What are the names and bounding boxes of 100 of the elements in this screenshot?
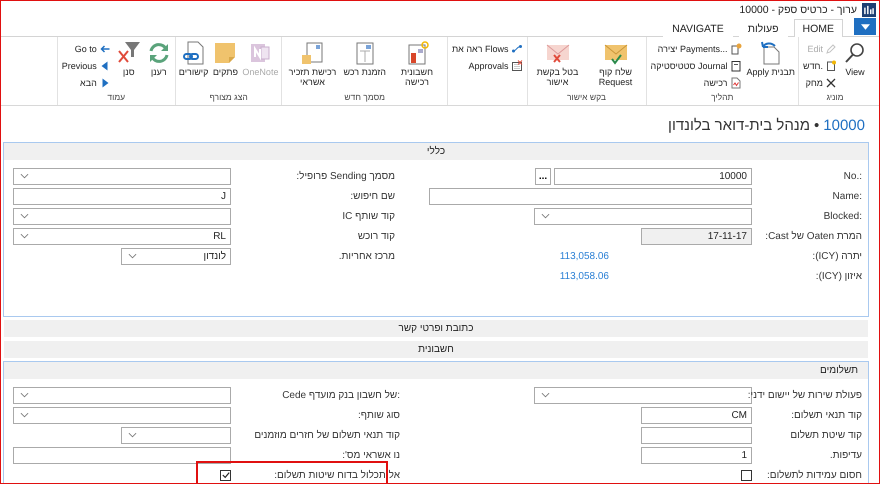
group-label: מסמך חדש	[343, 91, 386, 103]
chevron-down-icon	[20, 392, 29, 398]
ribbon-button[interactable]: רכישה	[648, 76, 744, 90]
app-icon	[862, 2, 876, 16]
field-label: סוג שותף:	[357, 410, 401, 420]
ribbon-button[interactable]: חשבונית רכישה	[388, 40, 445, 88]
checkbox[interactable]	[741, 470, 752, 480]
ribbon-button[interactable]: רכישת תזכיר אשראי	[284, 40, 340, 88]
documents-icon	[300, 41, 324, 65]
chevron-down-icon	[20, 213, 29, 219]
field-label: קוד רוכש	[356, 230, 396, 242]
chevron-down-icon	[20, 233, 29, 239]
amount-value[interactable]: 113,058.06	[560, 270, 609, 282]
link-document-icon	[182, 41, 206, 65]
ribbon-button[interactable]: Go to	[60, 42, 113, 56]
chevron-down-icon	[541, 213, 550, 219]
ribbon-button[interactable]: מחק	[801, 76, 839, 90]
ribbon-button[interactable]: Approvals	[450, 59, 525, 73]
window-title: ערוך - כרטיס ספק - 10000	[739, 4, 857, 16]
note-icon	[213, 41, 238, 65]
checkmark-icon	[222, 471, 230, 479]
new-document-icon	[825, 60, 837, 72]
dropdown-field[interactable]	[13, 386, 231, 404]
delete-icon	[825, 77, 837, 89]
caret-icon	[860, 24, 870, 30]
field-label: קוד שיטת תשלום	[789, 430, 863, 440]
field-label: Blocked:	[822, 210, 863, 222]
field-label: קוד שותף IC	[341, 210, 396, 222]
document-icon	[730, 60, 742, 72]
ribbon-tab[interactable]: HOME	[794, 19, 843, 37]
chevron-down-icon	[20, 173, 29, 179]
title-separator: •	[814, 116, 820, 134]
text-field[interactable]	[13, 446, 231, 464]
chevron-down-icon	[20, 412, 29, 418]
field-label: חסום עמידות לתשלום:	[766, 470, 863, 480]
dropdown-field[interactable]	[13, 406, 231, 424]
checkbox[interactable]	[220, 470, 231, 480]
text-field[interactable]	[429, 188, 752, 204]
group-label: הצג מצורף	[208, 91, 249, 103]
ribbon-button[interactable]: שלח קוף Request	[588, 40, 644, 88]
pencil-icon	[825, 43, 837, 55]
ribbon-button[interactable]: בטל בקשת אישור	[530, 40, 586, 88]
field-label: אל תכלול בדוח שיטות תשלום:	[273, 470, 401, 480]
group-label: תהליך	[710, 91, 734, 103]
dropdown-field[interactable]	[534, 208, 752, 224]
ribbon-button[interactable]: View	[841, 40, 869, 78]
app-menu-button[interactable]	[854, 18, 876, 35]
arrow-left-icon	[98, 43, 111, 55]
field-label: איזון (ICY):	[814, 270, 863, 282]
record-name: מנהל בית-דואר בלונדון	[668, 116, 810, 134]
text-field[interactable]: 10000	[554, 168, 752, 184]
section-header[interactable]: כללי	[4, 143, 868, 160]
field-label: עדיפות.	[828, 450, 863, 460]
section-header[interactable]: כתובת ופרטי קשר	[4, 320, 868, 337]
group-label: מוניג	[826, 91, 844, 103]
dropdown-field[interactable]	[13, 208, 231, 224]
dropdown-field[interactable]: RL	[13, 228, 231, 244]
ribbon-button[interactable]: Previous	[60, 59, 113, 73]
text-field[interactable]: CM	[641, 406, 752, 424]
dropdown-field[interactable]: לונדון	[121, 248, 231, 264]
lookup-button[interactable]: ...	[535, 168, 551, 184]
ribbon-button[interactable]: חדש.	[801, 59, 839, 73]
ribbon-button[interactable]: Apply תבנית	[746, 40, 796, 78]
amount-value[interactable]: 113,058.06	[560, 250, 609, 262]
ribbon-button[interactable]: קישורים	[178, 40, 210, 78]
flow-icon	[510, 43, 523, 55]
field-label: המרת Oaten של Cast:	[764, 230, 863, 242]
group-label: עמוד	[106, 91, 126, 103]
read-only-field[interactable]: 17-11-17	[641, 228, 752, 244]
search-icon	[843, 41, 867, 65]
ribbon-button[interactable]: הזמנת רכש	[342, 40, 387, 78]
field-label: קוד תנאי תשלום:	[790, 410, 863, 420]
text-field[interactable]	[641, 426, 752, 444]
dropdown-field[interactable]	[13, 168, 231, 184]
group-label: בקש אישור	[566, 91, 608, 103]
ribbon-button[interactable]: ראה את Flows	[450, 42, 525, 56]
field-label: מסמך Sending פרופיל:	[295, 170, 396, 182]
ribbon-button[interactable]: פתקים	[211, 40, 240, 78]
field-label: Name:	[832, 190, 863, 202]
dropdown-field[interactable]	[121, 426, 231, 444]
section-header[interactable]: תשלומים	[4, 362, 868, 379]
field-label: נו אשראי מס':	[341, 450, 401, 460]
ribbon-button[interactable]: סטטיסטיקה Journal	[648, 59, 744, 73]
field-label: שם חיפוש:	[349, 190, 396, 202]
ribbon-button[interactable]: הבא	[60, 76, 113, 90]
text-field[interactable]: 1	[641, 446, 752, 464]
field-label: קוד תנאי תשלום של חזרים מוזמנים	[253, 430, 401, 440]
record-number: 10000	[823, 116, 865, 134]
text-field[interactable]: J	[13, 188, 231, 204]
ribbon-button[interactable]: רענן	[144, 40, 173, 78]
document-chart-icon	[730, 77, 742, 89]
chevron-down-icon	[128, 432, 137, 438]
ribbon-button[interactable]: יצירה Payments...	[648, 42, 744, 56]
notebook-icon	[248, 41, 272, 65]
field-label: No.:	[842, 170, 863, 182]
field-label: יתרה (ICY):	[811, 250, 863, 262]
field-label: Cede של חשבון בנק מועדף:	[281, 390, 401, 400]
section-header[interactable]: חשבונית	[4, 341, 868, 358]
refresh-icon	[146, 41, 171, 65]
ribbon-button[interactable]: סנן	[114, 40, 143, 78]
